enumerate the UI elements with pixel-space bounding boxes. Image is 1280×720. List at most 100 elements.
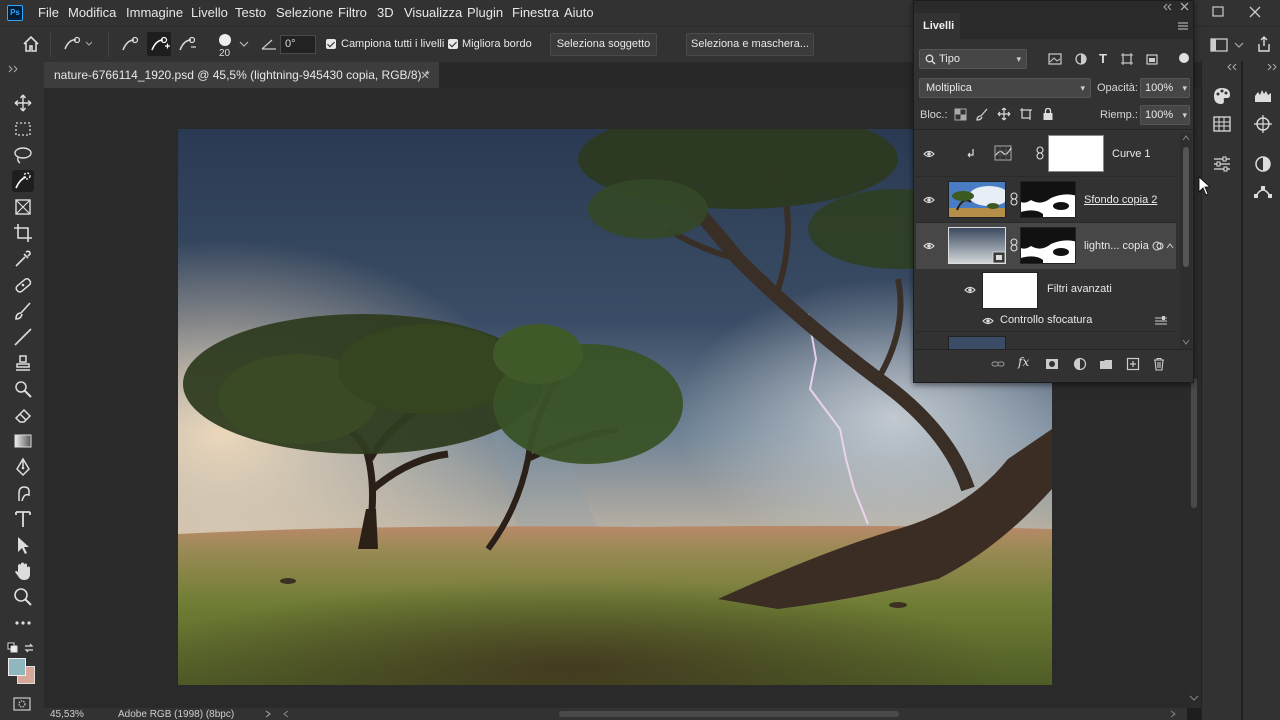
- healing-brush-tool[interactable]: [12, 274, 34, 296]
- home-icon[interactable]: [22, 35, 40, 53]
- select-subject-button[interactable]: Seleziona soggetto: [550, 33, 657, 56]
- workspace-icon[interactable]: [1210, 37, 1230, 53]
- opacity-input[interactable]: 100% ▾: [1140, 78, 1190, 98]
- menu-visualizza[interactable]: Visualizza: [404, 5, 462, 20]
- pen-tool[interactable]: [12, 456, 34, 478]
- lock-pixels-brush-icon[interactable]: [976, 108, 989, 121]
- zoom-level[interactable]: 45,53%: [50, 709, 84, 720]
- new-selection-icon[interactable]: [120, 35, 140, 53]
- chevron-down-icon[interactable]: [238, 39, 250, 49]
- color-palette-icon[interactable]: [1212, 86, 1232, 106]
- close-panel-icon[interactable]: [1180, 2, 1189, 11]
- chevron-down-icon[interactable]: [1234, 41, 1244, 49]
- layer-mask-thumbnail[interactable]: [1020, 181, 1076, 218]
- close-tab-icon[interactable]: [420, 70, 430, 80]
- paths-icon[interactable]: [1253, 182, 1273, 202]
- new-layer-icon[interactable]: [1126, 357, 1140, 371]
- filter-shape-icon[interactable]: [1120, 52, 1134, 66]
- layer-effects-icon[interactable]: fx: [1018, 355, 1029, 369]
- menu-immagine[interactable]: Immagine: [126, 5, 183, 20]
- select-and-mask-button[interactable]: Seleziona e maschera...: [686, 33, 814, 56]
- default-colors-icon[interactable]: [7, 642, 19, 654]
- new-adjustment-layer-icon[interactable]: [1073, 357, 1087, 371]
- filter-adjustment-icon[interactable]: [1074, 52, 1088, 66]
- crop-tool[interactable]: [12, 222, 34, 244]
- layer-row-partial[interactable]: [916, 331, 1176, 349]
- add-to-selection-button[interactable]: [147, 32, 171, 56]
- scroll-down-icon[interactable]: [1189, 694, 1199, 702]
- history-brush-tool[interactable]: [12, 378, 34, 400]
- menu-modifica[interactable]: Modifica: [68, 5, 116, 20]
- gradient-tool[interactable]: [12, 430, 34, 452]
- sample-all-layers-checkbox[interactable]: [326, 39, 336, 49]
- panel-menu-icon[interactable]: [1177, 21, 1189, 31]
- smart-filter-mask-thumbnail[interactable]: [982, 272, 1038, 309]
- layer-thumbnail[interactable]: [948, 227, 1006, 264]
- menu-file[interactable]: File: [38, 5, 59, 20]
- more-tools-button[interactable]: [12, 612, 34, 634]
- layer-name[interactable]: lightn... copia: [1084, 240, 1149, 252]
- eye-visibility-icon[interactable]: [923, 194, 935, 206]
- angle-input[interactable]: 0°: [280, 35, 316, 54]
- lock-position-icon[interactable]: [997, 107, 1011, 121]
- menu-finestra[interactable]: Finestra: [512, 5, 559, 20]
- filter-blending-options-icon[interactable]: [1154, 315, 1168, 327]
- filter-toggle-switch[interactable]: [1179, 53, 1189, 63]
- layer-row-curves[interactable]: Curve 1: [916, 131, 1176, 177]
- swap-colors-icon[interactable]: [23, 642, 35, 654]
- menu-livello[interactable]: Livello: [191, 5, 228, 20]
- chevron-right-icon[interactable]: [264, 710, 272, 718]
- histogram-icon[interactable]: [1253, 86, 1273, 106]
- lock-artboard-icon[interactable]: [1019, 107, 1033, 121]
- menu-selezione[interactable]: Selezione: [276, 5, 333, 20]
- layer-mask-thumbnail[interactable]: [1048, 135, 1104, 172]
- marquee-tool[interactable]: [12, 118, 34, 140]
- layers-panel-titlebar[interactable]: [914, 1, 1193, 13]
- lock-all-icon[interactable]: [1042, 107, 1054, 121]
- vertical-scroll-thumb[interactable]: [1191, 378, 1197, 508]
- eyedropper-tool[interactable]: [12, 248, 34, 270]
- delete-layer-trash-icon[interactable]: [1152, 357, 1166, 371]
- layer-name[interactable]: Curve 1: [1112, 148, 1151, 160]
- fill-input[interactable]: 100% ▾: [1140, 105, 1190, 125]
- hand-tool[interactable]: [12, 560, 34, 582]
- adjustments-sliders-icon[interactable]: [1212, 154, 1232, 174]
- expand-panels-icon[interactable]: [1226, 63, 1238, 71]
- collapse-panels-icon[interactable]: [1267, 63, 1279, 71]
- collapse-toolbar-icon[interactable]: [8, 65, 20, 73]
- smudge-tool[interactable]: [12, 482, 34, 504]
- document-tab[interactable]: nature-6766114_1920.psd @ 45,5% (lightni…: [44, 62, 439, 88]
- adjustments-circle-icon[interactable]: [1253, 154, 1273, 174]
- maximize-window-icon[interactable]: [1211, 5, 1225, 19]
- chain-link-icon[interactable]: [1009, 192, 1019, 206]
- scroll-right-icon[interactable]: [1169, 710, 1177, 718]
- layer-thumbnail[interactable]: [948, 181, 1006, 218]
- navigator-icon[interactable]: [1253, 114, 1273, 134]
- scroll-left-icon[interactable]: [282, 710, 290, 718]
- scroll-down-icon[interactable]: [1182, 339, 1190, 345]
- layers-scrollbar[interactable]: [1180, 133, 1192, 349]
- quick-mask-icon[interactable]: [12, 696, 32, 712]
- swatches-grid-icon[interactable]: [1212, 114, 1232, 134]
- enhance-edge-checkbox[interactable]: [448, 39, 458, 49]
- type-tool[interactable]: [12, 508, 34, 530]
- eraser-tool[interactable]: [12, 404, 34, 426]
- line-tool[interactable]: [12, 326, 34, 348]
- layer-row-sfondo-copia-2[interactable]: Sfondo copia 2: [916, 177, 1176, 223]
- menu-plugin[interactable]: Plugin: [467, 5, 503, 20]
- filter-pixel-icon[interactable]: [1048, 53, 1062, 65]
- share-icon[interactable]: [1255, 35, 1273, 53]
- filter-type-icon[interactable]: T: [1099, 51, 1107, 66]
- layer-thumbnail[interactable]: [948, 336, 1006, 349]
- brush-size-icon[interactable]: [216, 31, 234, 49]
- horizontal-scroll-thumb[interactable]: [559, 711, 899, 717]
- filter-smart-object-icon[interactable]: [1145, 52, 1159, 66]
- layer-filter-dropdown[interactable]: Tipo ▾: [919, 49, 1027, 69]
- chevron-up-icon[interactable]: [1166, 242, 1174, 250]
- clone-stamp-tool[interactable]: [12, 352, 34, 374]
- new-group-folder-icon[interactable]: [1099, 357, 1113, 371]
- eye-visibility-icon[interactable]: [923, 148, 935, 160]
- zoom-tool[interactable]: [12, 586, 34, 608]
- eye-visibility-icon[interactable]: [982, 315, 994, 327]
- layer-name[interactable]: Sfondo copia 2: [1084, 194, 1157, 206]
